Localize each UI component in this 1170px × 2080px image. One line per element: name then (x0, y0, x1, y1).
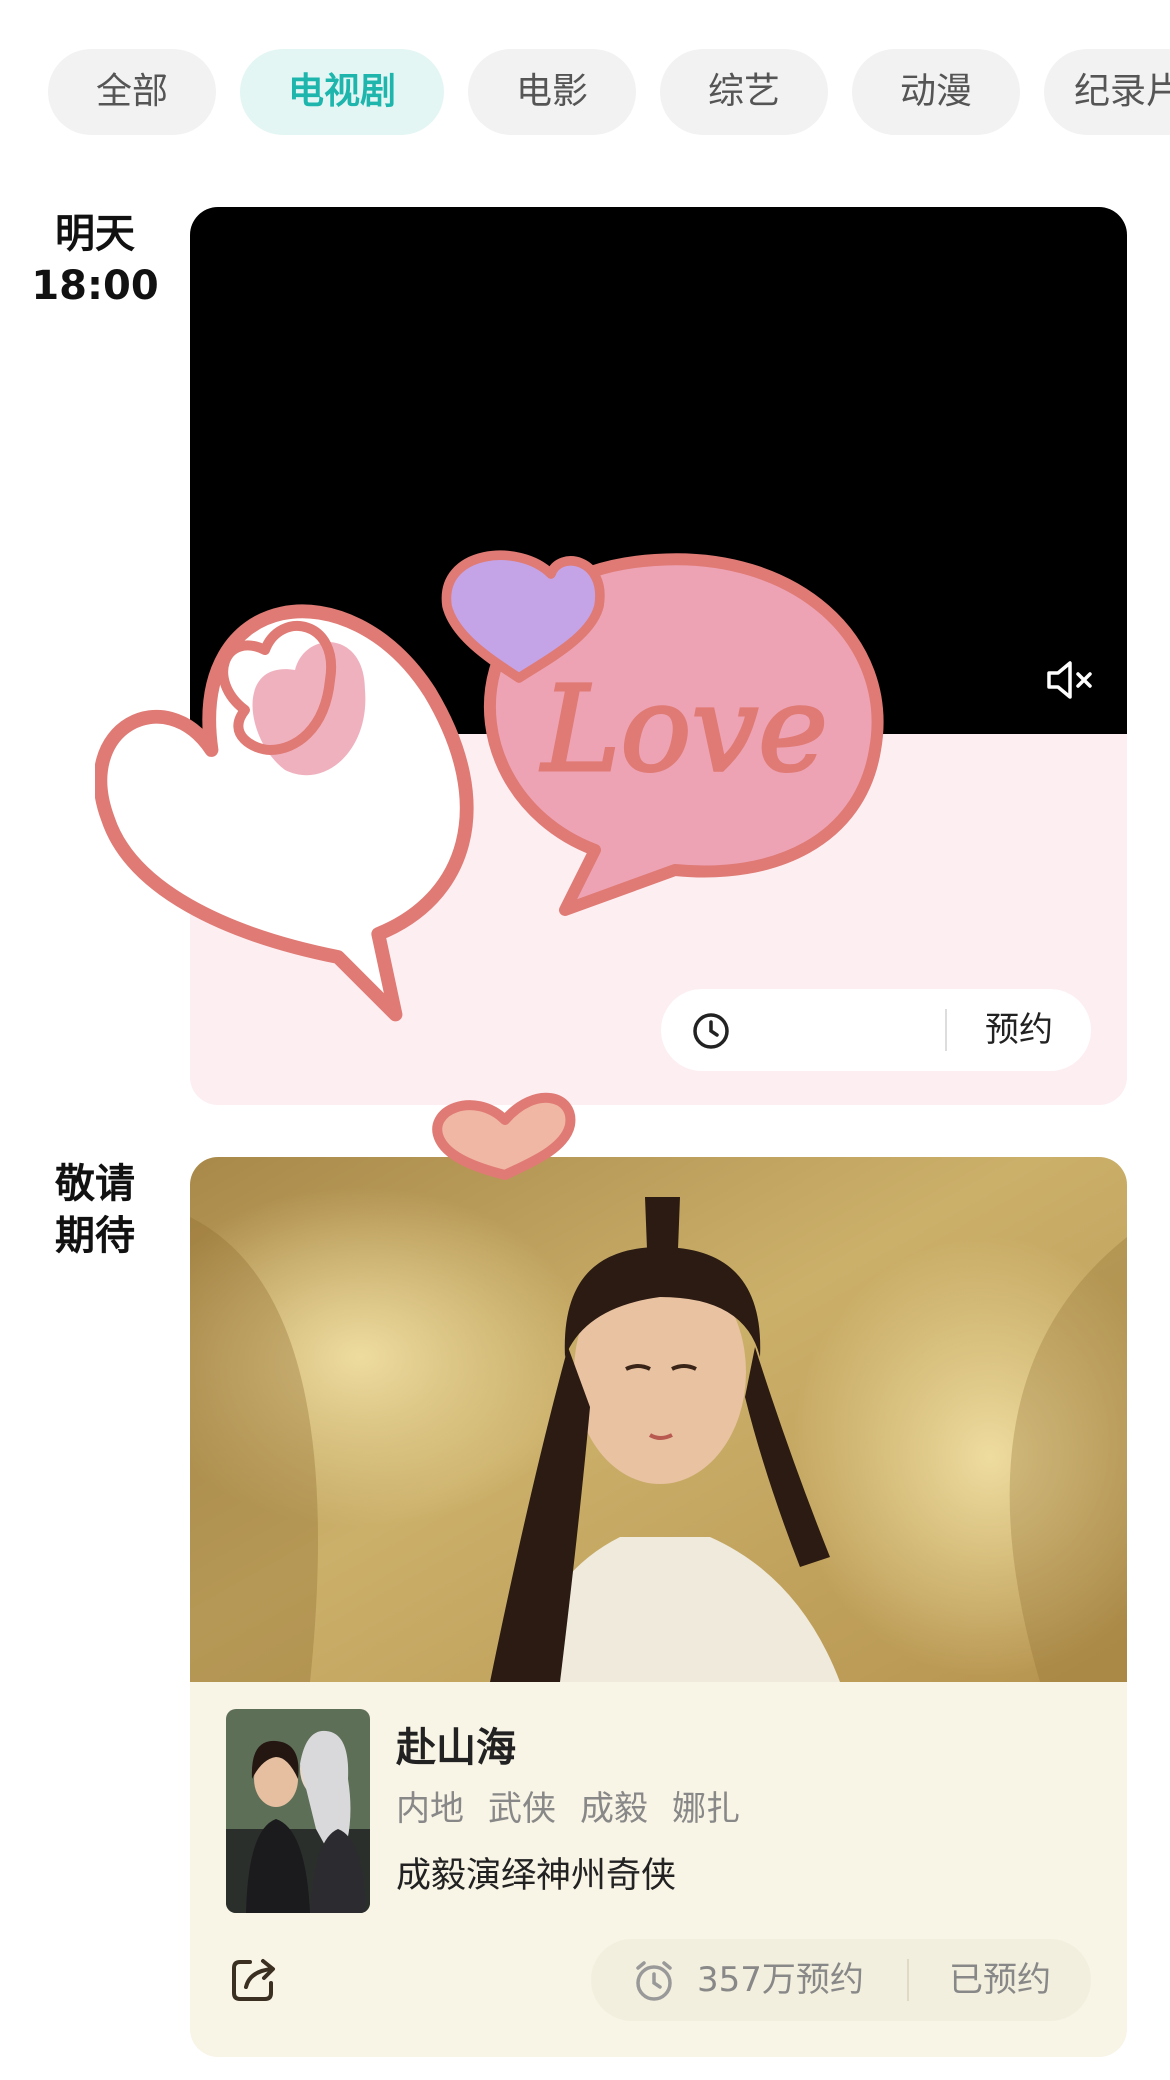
time-line2: 期待 (55, 1213, 135, 1259)
reserve-pill-2: 357万预约 已预约 (591, 1939, 1091, 2021)
time-line1: 敬请 (55, 1161, 135, 1207)
tag-actress: 娜扎 (672, 1789, 740, 1829)
upcoming-card-1[interactable]: 预约 (190, 207, 1127, 1105)
time-hour: 18:00 (31, 263, 159, 309)
page: 全部 电视剧 电影 综艺 动漫 纪录片 明天 18:00 预约 敬请 期待 赴山… (0, 0, 1170, 2080)
time-day: 明天 (55, 211, 135, 257)
tab-movie[interactable]: 电影 (468, 49, 636, 135)
reserved-button[interactable]: 已预约 (909, 1939, 1091, 2021)
alarm-clock-icon (636, 1961, 672, 2001)
reserve-pill: 预约 (661, 989, 1091, 1071)
speaker-muted-icon[interactable] (1041, 652, 1097, 708)
tab-anime[interactable]: 动漫 (852, 49, 1020, 135)
reserve-button[interactable]: 预约 (947, 989, 1091, 1071)
tag-actor: 成毅 (580, 1789, 648, 1829)
video-preview[interactable] (190, 207, 1127, 734)
show-tags: 内地 武侠 成毅 娜扎 (396, 1781, 740, 1830)
tag-region: 内地 (396, 1789, 464, 1829)
upcoming-card-2[interactable]: 赴山海 内地 武侠 成毅 娜扎 成毅演绎神州奇侠 357万预约 已预约 (190, 1157, 1127, 2057)
reserve-count: 357万预约 (697, 1960, 864, 2000)
show-description: 成毅演绎神州奇侠 (396, 1856, 677, 1896)
show-thumbnail[interactable] (226, 1709, 370, 1913)
tab-variety[interactable]: 综艺 (660, 49, 828, 135)
show-poster[interactable] (190, 1157, 1127, 1682)
schedule-time-label-tbd: 敬请 期待 (20, 1158, 170, 1262)
category-tabs: 全部 电视剧 电影 综艺 动漫 纪录片 (48, 49, 1170, 135)
alarm-clock-icon (693, 1013, 729, 1049)
show-title[interactable]: 赴山海 (396, 1715, 516, 1773)
schedule-time-label: 明天 18:00 (20, 208, 170, 312)
tab-documentary[interactable]: 纪录片 (1044, 49, 1170, 135)
tag-genre: 武侠 (488, 1789, 556, 1829)
tab-tv-series[interactable]: 电视剧 (240, 49, 444, 135)
tab-all[interactable]: 全部 (48, 49, 216, 135)
share-icon[interactable] (228, 1953, 280, 2005)
